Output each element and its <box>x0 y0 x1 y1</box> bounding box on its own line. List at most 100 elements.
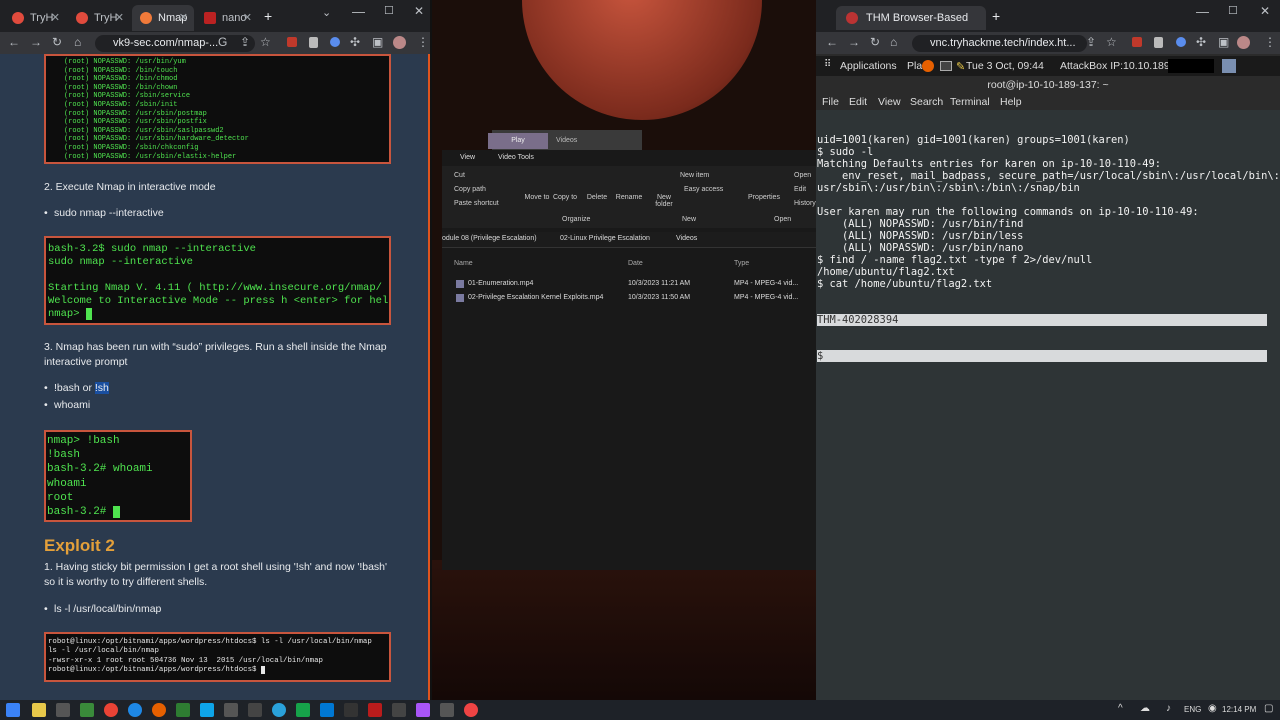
easy-access-button[interactable]: Easy access <box>684 186 723 193</box>
tab-videos[interactable]: Videos <box>556 133 577 149</box>
column-type[interactable]: Type <box>734 260 749 267</box>
reload-icon[interactable]: ↻ <box>52 35 62 49</box>
menu-terminal[interactable]: Terminal <box>950 96 990 108</box>
url-field[interactable]: vnc.tryhackme.tech/index.ht... <box>912 35 1087 52</box>
avatar[interactable] <box>393 36 406 49</box>
file-explorer-icon[interactable] <box>32 703 46 717</box>
close-icon[interactable]: ✕ <box>243 5 252 31</box>
terminal-output[interactable]: uid=1001(karen) gid=1001(karen) groups=1… <box>816 110 1280 700</box>
delete-button[interactable]: Delete <box>582 194 612 201</box>
forward-icon[interactable]: → <box>30 35 42 49</box>
home-icon[interactable]: ⌂ <box>74 35 81 49</box>
app-icon[interactable] <box>464 703 478 717</box>
puzzle-icon[interactable]: ✣ <box>1196 35 1206 49</box>
notepad-icon[interactable] <box>80 703 94 717</box>
shield-icon[interactable] <box>309 37 318 48</box>
extension-icon[interactable] <box>330 37 340 47</box>
close-icon[interactable]: ✕ <box>179 5 188 31</box>
app-icon[interactable] <box>224 703 238 717</box>
maximize-icon[interactable]: ☐ <box>384 4 394 17</box>
minimize-icon[interactable]: — <box>1196 4 1209 19</box>
edge-icon[interactable] <box>128 703 142 717</box>
maximize-icon[interactable]: ☐ <box>1228 4 1238 17</box>
tray-chevron-icon[interactable]: ^ <box>1118 703 1123 714</box>
extension-icon[interactable] <box>1176 37 1186 47</box>
app-icon[interactable] <box>248 703 262 717</box>
close-icon[interactable]: ✕ <box>51 5 60 31</box>
new-tab-button[interactable]: + <box>264 8 272 24</box>
chrome-icon[interactable] <box>104 703 118 717</box>
open-button[interactable]: Open <box>794 172 811 179</box>
app-icon[interactable] <box>296 703 310 717</box>
new-tab-button[interactable]: + <box>992 8 1000 24</box>
reload-icon[interactable]: ↻ <box>870 35 880 49</box>
clock[interactable]: 12:14 PM <box>1222 705 1256 714</box>
tab-tryhackme-1[interactable]: TryH ✕ <box>4 5 66 31</box>
tab-nmap[interactable]: Nmap ✕ <box>132 5 194 31</box>
terminal-icon[interactable] <box>56 703 70 717</box>
app-icon[interactable] <box>440 703 454 717</box>
copy-path-button[interactable]: Copy path <box>454 186 486 193</box>
menu-search[interactable]: Search <box>910 96 943 108</box>
new-item-button[interactable]: New item <box>680 172 709 179</box>
tab-nano[interactable]: nano ✕ <box>196 5 258 31</box>
places-menu[interactable]: Pla <box>907 60 922 72</box>
sidebar-icon[interactable]: ▣ <box>1218 35 1229 49</box>
cut-button[interactable]: Cut <box>454 172 465 179</box>
menu-file[interactable]: File <box>822 96 839 108</box>
chevron-down-icon[interactable]: ⌄ <box>322 6 331 19</box>
star-icon[interactable]: ☆ <box>260 35 271 49</box>
breadcrumb[interactable]: odule 08 (Privilege Escalation) 02-Linux… <box>442 232 816 248</box>
new-folder-button[interactable]: New folder <box>648 194 680 208</box>
tab-thm-browser[interactable]: THM Browser-Based <box>836 6 986 30</box>
url-field[interactable]: vk9-sec.com/nmap-... <box>95 35 255 52</box>
close-window-icon[interactable]: ✕ <box>1260 4 1270 18</box>
wifi-icon[interactable]: ◉ <box>1208 703 1217 714</box>
screen-icon[interactable] <box>1222 59 1236 73</box>
close-icon[interactable]: ✕ <box>115 5 124 31</box>
vscode-icon[interactable] <box>320 703 334 717</box>
app-icon[interactable] <box>368 703 382 717</box>
menu-icon[interactable]: ⋮ <box>417 35 429 49</box>
tab-video-tools[interactable]: Video Tools <box>498 154 534 161</box>
move-to-button[interactable]: Move to <box>522 194 552 201</box>
app-icon[interactable] <box>392 703 406 717</box>
properties-button[interactable]: Properties <box>744 194 784 201</box>
tab-tryhackme-2[interactable]: TryH ✕ <box>68 5 130 31</box>
firefox-icon[interactable] <box>152 703 166 717</box>
rename-button[interactable]: Rename <box>612 194 646 201</box>
history-button[interactable]: History <box>794 200 816 207</box>
share-icon[interactable]: ⇪ <box>1086 35 1096 49</box>
scrollbar[interactable] <box>428 54 430 700</box>
firefox-icon[interactable] <box>922 60 934 72</box>
sidebar-icon[interactable]: ▣ <box>372 35 383 49</box>
back-icon[interactable]: ← <box>826 35 838 49</box>
applications-menu[interactable]: Applications <box>840 60 897 72</box>
column-name[interactable]: Name <box>454 260 473 267</box>
menu-view[interactable]: View <box>878 96 901 108</box>
paste-shortcut-button[interactable]: Paste shortcut <box>454 200 499 207</box>
folder-icon[interactable]: ✎ <box>956 60 965 73</box>
home-icon[interactable]: ⌂ <box>890 35 897 49</box>
tray-icon[interactable]: ☁ <box>1140 703 1150 714</box>
share-icon[interactable]: ⇪ <box>240 35 250 49</box>
menu-help[interactable]: Help <box>1000 96 1022 108</box>
language-indicator[interactable]: ENG <box>1184 705 1201 714</box>
edit-button[interactable]: Edit <box>794 186 806 193</box>
ublock-icon[interactable] <box>1132 37 1142 47</box>
apps-grid-icon[interactable]: ⠿ <box>824 59 831 70</box>
google-icon[interactable]: G <box>218 35 227 49</box>
puzzle-icon[interactable]: ✣ <box>350 35 360 49</box>
telegram-icon[interactable] <box>272 703 286 717</box>
avatar[interactable] <box>1237 36 1250 49</box>
copy-to-button[interactable]: Copy to <box>550 194 580 201</box>
forward-icon[interactable]: → <box>848 35 860 49</box>
app-icon[interactable] <box>344 703 358 717</box>
minimize-icon[interactable]: — <box>352 4 365 19</box>
start-icon[interactable] <box>6 703 20 717</box>
notification-icon[interactable]: ▢ <box>1264 703 1273 714</box>
close-window-icon[interactable]: ✕ <box>414 4 424 18</box>
shield-icon[interactable] <box>1154 37 1163 48</box>
star-icon[interactable]: ☆ <box>1106 35 1117 49</box>
tab-view[interactable]: View <box>460 154 475 161</box>
